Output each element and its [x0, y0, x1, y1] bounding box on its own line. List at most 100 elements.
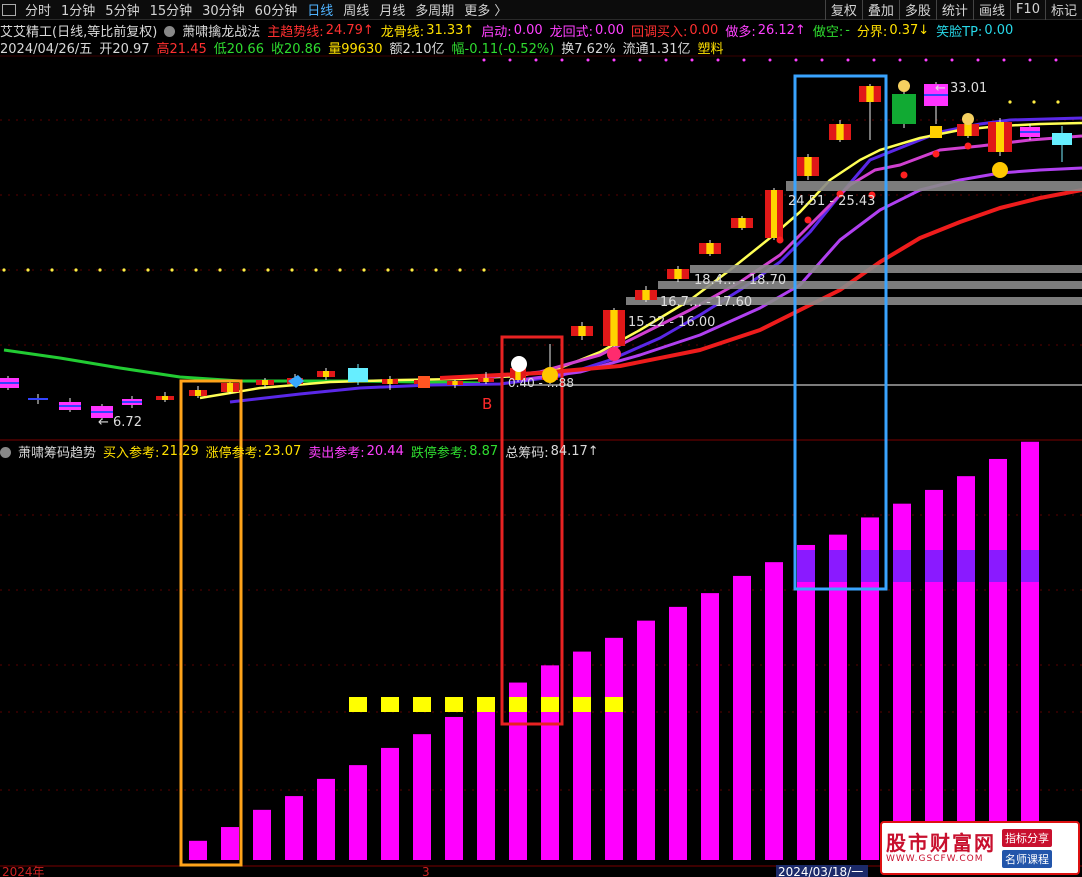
indicator-label-5: 做多:	[725, 24, 756, 40]
dot	[794, 58, 798, 62]
chip-bar-22	[893, 503, 911, 860]
indicator-value-3: 0.00	[595, 22, 624, 38]
tab-2[interactable]: 5分钟	[100, 0, 144, 20]
tab-10[interactable]: 更多 〉	[459, 0, 512, 20]
quote-high: 高21.45	[156, 41, 207, 57]
candle-body	[988, 122, 1012, 152]
red-signal-dot	[964, 142, 972, 150]
quote-date: 2024/04/26/五	[0, 41, 93, 57]
candle-core	[323, 371, 329, 377]
tab-6[interactable]: 日线	[302, 0, 338, 20]
tab-3[interactable]: 15分钟	[145, 0, 198, 20]
indicator-label-6: 做空:	[812, 24, 844, 40]
candle-core	[642, 290, 650, 300]
chip-bar-0	[189, 840, 207, 860]
chip-bar-yellow-segment-9	[477, 697, 495, 712]
dot	[534, 58, 538, 62]
tab-4[interactable]: 30分钟	[197, 0, 250, 20]
dot	[1054, 58, 1058, 62]
tab-5[interactable]: 60分钟	[250, 0, 303, 20]
window-icon[interactable]	[2, 3, 16, 16]
candle-core	[547, 372, 553, 380]
chip-bar-15	[669, 606, 687, 860]
chip-bar-14	[637, 620, 655, 860]
dot	[386, 268, 390, 272]
chip-bar-purple-segment-25	[989, 550, 1007, 582]
toolbar-button-4[interactable]: 画线	[972, 0, 1010, 20]
candle-body	[510, 368, 526, 380]
toolbar-button-0[interactable]: 复权	[824, 0, 862, 20]
dot	[586, 58, 590, 62]
candle-body	[699, 243, 721, 254]
indicator-label-8: 笑脸TP:	[936, 24, 983, 40]
chip-bar-18	[765, 562, 783, 860]
chip-bar-17	[733, 575, 751, 860]
candle-body	[478, 378, 494, 382]
chip-bar-purple-segment-23	[925, 550, 943, 582]
chip-bar-5	[349, 765, 367, 860]
candle-body	[59, 402, 81, 410]
chip-bar-8	[445, 716, 463, 860]
candle-core	[59, 405, 81, 407]
red-highlight-box	[500, 335, 564, 726]
toolbar-button-5[interactable]: F10	[1009, 0, 1045, 20]
dot	[560, 58, 564, 62]
candle-core	[452, 381, 458, 385]
candle-core	[1020, 131, 1040, 133]
tab-8[interactable]: 月线	[374, 0, 410, 20]
price-zone-band	[690, 265, 1082, 273]
candle-core	[578, 326, 586, 336]
toolbar-button-1[interactable]: 叠加	[861, 0, 899, 20]
chip-indicator-header: 萧啸筹码趋势 买入参考: 21.29 涨停参考: 23.07 卖出参考: 20.44 跌停参…	[0, 442, 606, 461]
candle-body	[221, 383, 239, 392]
chip-bar-purple-segment-20	[829, 550, 847, 582]
chip-bar-purple-segment-22	[893, 550, 911, 582]
candle-core	[515, 368, 521, 380]
dot	[2, 268, 6, 272]
dot	[768, 58, 772, 62]
settings-gear-icon[interactable]	[164, 25, 176, 37]
tab-7[interactable]: 周线	[338, 0, 374, 20]
indicator-value-7: 0.37↓	[889, 22, 930, 38]
dot	[26, 268, 30, 272]
chip-bar-purple-segment-21	[861, 550, 879, 582]
quote-amount: 额2.10亿	[389, 41, 445, 57]
indicator-value-8: 0.00	[984, 22, 1014, 38]
date-axis-label-1: 3	[422, 865, 430, 877]
tab-9[interactable]: 多周期	[410, 0, 459, 20]
candle-body	[317, 371, 335, 377]
white-signal-icon	[511, 356, 527, 372]
dot	[742, 58, 746, 62]
date-cursor-box	[776, 865, 868, 877]
chip-bar-2	[253, 809, 271, 860]
watermark-tag-course: 名师课程	[1002, 849, 1052, 868]
candle-body	[603, 310, 625, 346]
dot	[1056, 100, 1060, 104]
magenta-ma-line	[479, 134, 1082, 380]
candle-body	[765, 190, 783, 238]
violet-ma-line	[519, 166, 1082, 382]
candle-body	[829, 124, 851, 140]
dot	[98, 268, 102, 272]
dot	[950, 58, 954, 62]
candle-body	[667, 269, 689, 279]
chip-bar-24	[957, 476, 975, 860]
yellow-signal-icon	[992, 162, 1008, 178]
toolbar-button-2[interactable]: 多股	[898, 0, 936, 20]
candle-body	[414, 380, 430, 384]
dot	[508, 58, 512, 62]
toolbar-button-6[interactable]: 标记	[1044, 0, 1082, 20]
k-signal-icon	[930, 126, 942, 138]
settings-gear-icon[interactable]	[0, 446, 11, 458]
kline-chart[interactable]: ← 6.72 15.22 - 16.00 16.7… - 17.60 18.4… - …	[0, 0, 1082, 877]
indicator-value-6: -	[845, 22, 850, 38]
quote-close: 收20.86	[270, 41, 322, 57]
tab-0[interactable]: 分时	[20, 0, 56, 20]
tab-1[interactable]: 1分钟	[56, 0, 100, 20]
dot	[50, 268, 54, 272]
chip-bar-purple-segment-24	[957, 550, 975, 582]
candle-core	[91, 411, 113, 413]
chip-bar-yellow-segment-8	[445, 697, 463, 712]
toolbar-button-3[interactable]: 统计	[935, 0, 973, 20]
price-label-3: 18.4… - 18.70	[694, 273, 786, 288]
